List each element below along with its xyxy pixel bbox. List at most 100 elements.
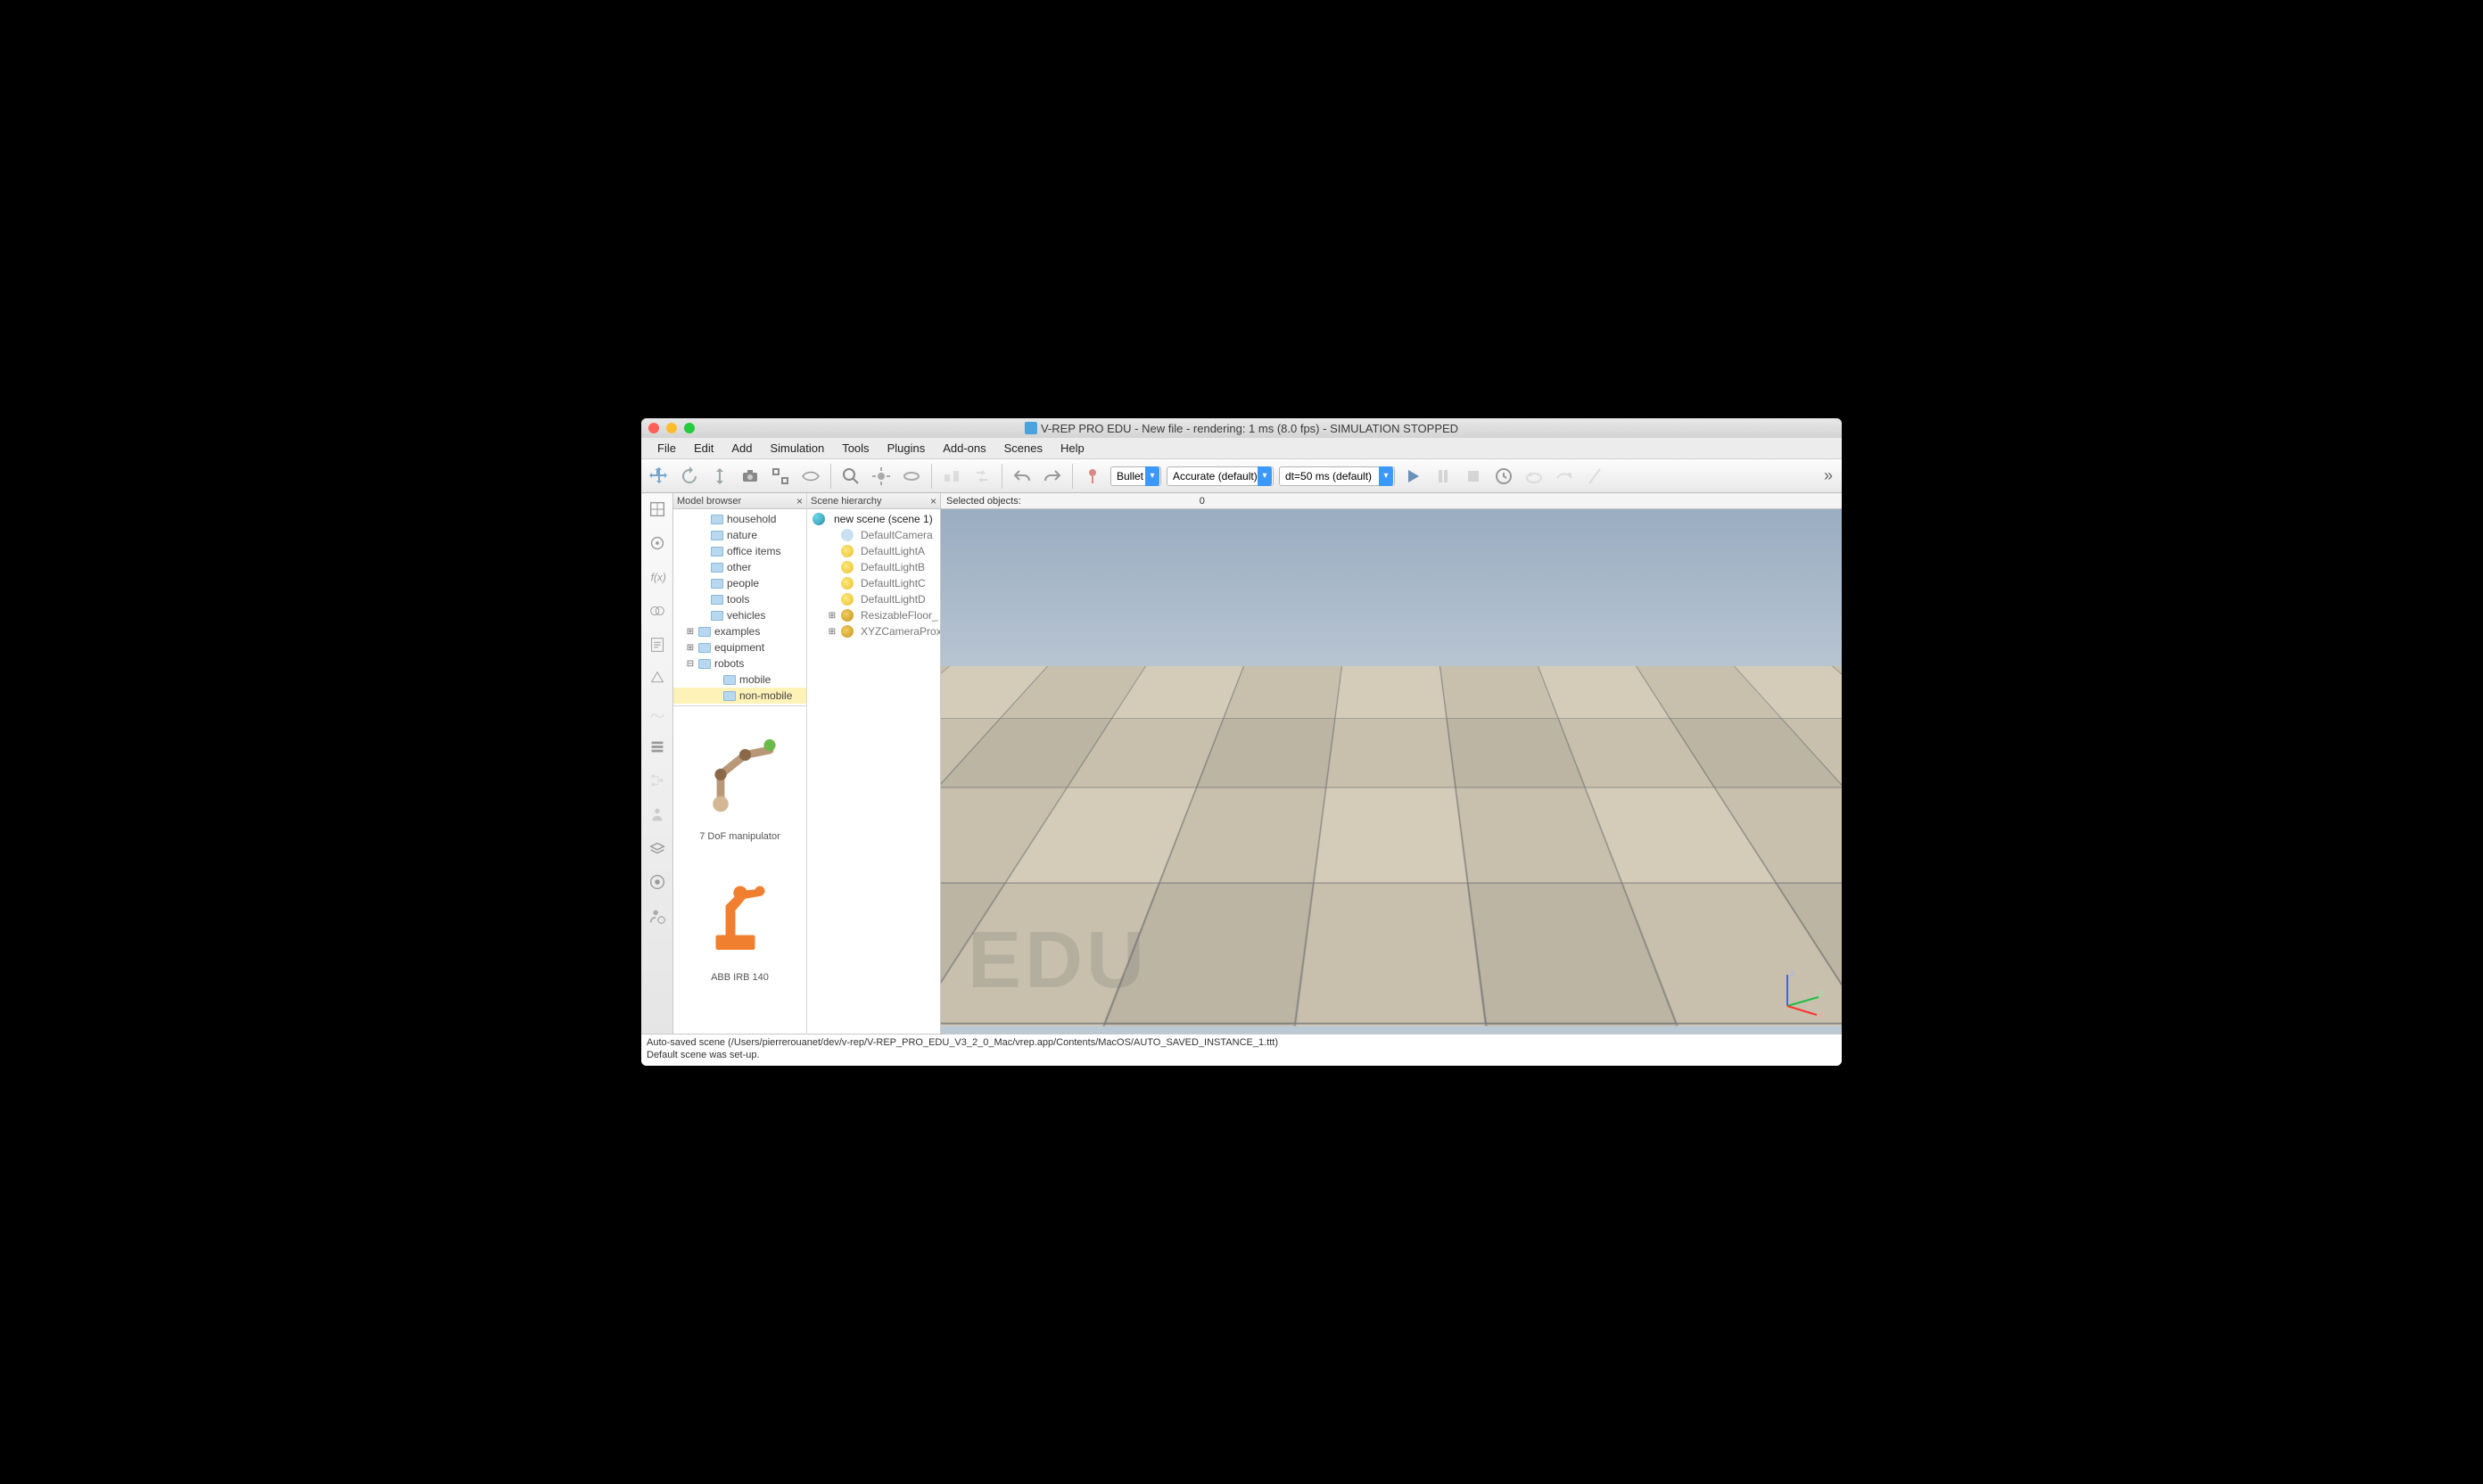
separator [931, 464, 932, 489]
scene-object-prop-icon[interactable] [645, 531, 670, 556]
page-selector-icon[interactable] [645, 497, 670, 522]
transfer-icon[interactable] [968, 462, 996, 491]
folder-icon [723, 675, 736, 685]
path-edit-icon[interactable] [645, 700, 670, 725]
scene-hierarchy-header: Scene hierarchy × [807, 493, 940, 509]
play-icon[interactable] [1398, 462, 1427, 491]
fast-icon[interactable] [1550, 462, 1579, 491]
model-browser-tree[interactable]: householdnatureoffice itemsotherpeopleto… [673, 509, 806, 705]
folder-icon [698, 627, 711, 637]
tree-item[interactable]: ⊞examples [673, 623, 806, 639]
scene-item[interactable]: DefaultLightC [807, 575, 940, 591]
tree-item[interactable]: other [673, 559, 806, 575]
status-console: Auto-saved scene (/Users/pierrerouanet/d… [641, 1034, 1842, 1066]
menu-tools[interactable]: Tools [833, 441, 878, 455]
dynamics-icon[interactable] [1078, 462, 1107, 491]
realtime-icon[interactable] [1489, 462, 1518, 491]
model-thumbnails[interactable]: 7 DoF manipulator ABB IRB 140 [673, 705, 806, 1034]
scene-item[interactable]: DefaultLightD [807, 591, 940, 607]
menu-add[interactable]: Add [722, 441, 761, 455]
rotate-tool-icon[interactable] [675, 462, 704, 491]
scene-root[interactable]: new scene (scene 1) [807, 511, 940, 527]
scene-item[interactable]: DefaultLightB [807, 559, 940, 575]
thumb-label-1: ABB IRB 140 [711, 972, 769, 983]
light-icon [841, 593, 854, 606]
scene-item[interactable]: DefaultLightA [807, 543, 940, 559]
menu-scenes[interactable]: Scenes [995, 441, 1052, 455]
assemble-icon[interactable] [937, 462, 966, 491]
side-panels: Model browser × householdnatureoffice it… [673, 493, 941, 1034]
selection-info-bar: Selected objects: 0 [941, 493, 1842, 509]
select-icon[interactable] [837, 462, 865, 491]
selected-objects-count: 0 [1200, 496, 1205, 507]
minimize-button[interactable] [666, 423, 677, 433]
window-title: V-REP PRO EDU - New file - rendering: 1 … [1025, 422, 1458, 435]
scene-hierarchy-title: Scene hierarchy [811, 496, 882, 507]
scene-item[interactable]: DefaultCamera [807, 527, 940, 543]
tree-item[interactable]: people [673, 575, 806, 591]
scene-item[interactable]: ⊞XYZCameraProx [807, 623, 940, 639]
scripts-icon[interactable] [645, 632, 670, 657]
3d-viewport[interactable]: EDU z y x [941, 509, 1842, 1034]
undo-icon[interactable] [1008, 462, 1036, 491]
collections-icon[interactable] [645, 598, 670, 623]
physics-engine-select[interactable]: Bullet [1110, 466, 1161, 486]
tree-item[interactable]: nature [673, 527, 806, 543]
menu-plugins[interactable]: Plugins [879, 441, 935, 455]
folder-icon [711, 515, 723, 524]
close-icon[interactable]: × [796, 495, 803, 507]
model-thumb-1[interactable] [682, 853, 798, 969]
maximize-button[interactable] [684, 423, 695, 433]
folder-icon [711, 547, 723, 556]
menu-addons[interactable]: Add-ons [934, 441, 994, 455]
selected-objects-label: Selected objects: [946, 496, 1021, 507]
close-button[interactable] [648, 423, 659, 433]
rotate-obj-icon[interactable] [897, 462, 926, 491]
tree-item[interactable]: mobile [673, 672, 806, 688]
precision-select[interactable]: Accurate (default) [1167, 466, 1274, 486]
calc-module-icon[interactable]: f(x) [645, 565, 670, 589]
slow-icon[interactable] [1520, 462, 1548, 491]
tree-item[interactable]: non-mobile [673, 688, 806, 704]
folder-icon [711, 579, 723, 589]
shape-edit-icon[interactable] [645, 666, 670, 691]
tree-item[interactable]: vehicles [673, 607, 806, 623]
cam-icon [841, 529, 854, 541]
fit-view-icon[interactable] [766, 462, 795, 491]
shift-tool-icon[interactable] [705, 462, 734, 491]
scene-hierarchy-toggle-icon[interactable] [645, 768, 670, 793]
close-icon[interactable]: × [930, 495, 936, 507]
tree-item[interactable]: ⊞equipment [673, 639, 806, 655]
fly-icon[interactable] [796, 462, 825, 491]
layers-icon[interactable] [645, 836, 670, 861]
avatar-icon[interactable] [645, 802, 670, 827]
scene-hierarchy-tree[interactable]: new scene (scene 1)DefaultCameraDefaultL… [807, 509, 940, 1034]
left-toolbar: f(x) [641, 493, 673, 1034]
model-thumb-0[interactable] [682, 712, 798, 828]
user-settings-icon[interactable] [645, 903, 670, 928]
tree-item[interactable]: office items [673, 543, 806, 559]
menu-simulation[interactable]: Simulation [762, 441, 834, 455]
tree-item[interactable]: tools [673, 591, 806, 607]
pause-icon[interactable] [1429, 462, 1457, 491]
main-toolbar: Bullet Accurate (default) dt=50 ms (defa… [641, 459, 1842, 493]
move-obj-icon[interactable] [867, 462, 895, 491]
light-icon [841, 561, 854, 573]
thread-icon[interactable] [1580, 462, 1609, 491]
timestep-select[interactable]: dt=50 ms (default) [1279, 466, 1395, 486]
menu-help[interactable]: Help [1052, 441, 1093, 455]
tree-item[interactable]: ⊟robots [673, 655, 806, 672]
camera-icon[interactable] [736, 462, 764, 491]
scene-item[interactable]: ⊞ResizableFloor_ [807, 607, 940, 623]
model-browser-toggle-icon[interactable] [645, 734, 670, 759]
app-window: V-REP PRO EDU - New file - rendering: 1 … [641, 418, 1842, 1066]
svg-text:z: z [1790, 969, 1794, 979]
pan-tool-icon[interactable] [645, 462, 673, 491]
menu-edit[interactable]: Edit [685, 441, 722, 455]
stop-icon[interactable] [1459, 462, 1488, 491]
redo-icon[interactable] [1038, 462, 1067, 491]
menu-file[interactable]: File [648, 441, 685, 455]
video-icon[interactable] [645, 870, 670, 895]
toolbar-overflow-icon[interactable]: » [1819, 466, 1838, 485]
tree-item[interactable]: household [673, 511, 806, 527]
